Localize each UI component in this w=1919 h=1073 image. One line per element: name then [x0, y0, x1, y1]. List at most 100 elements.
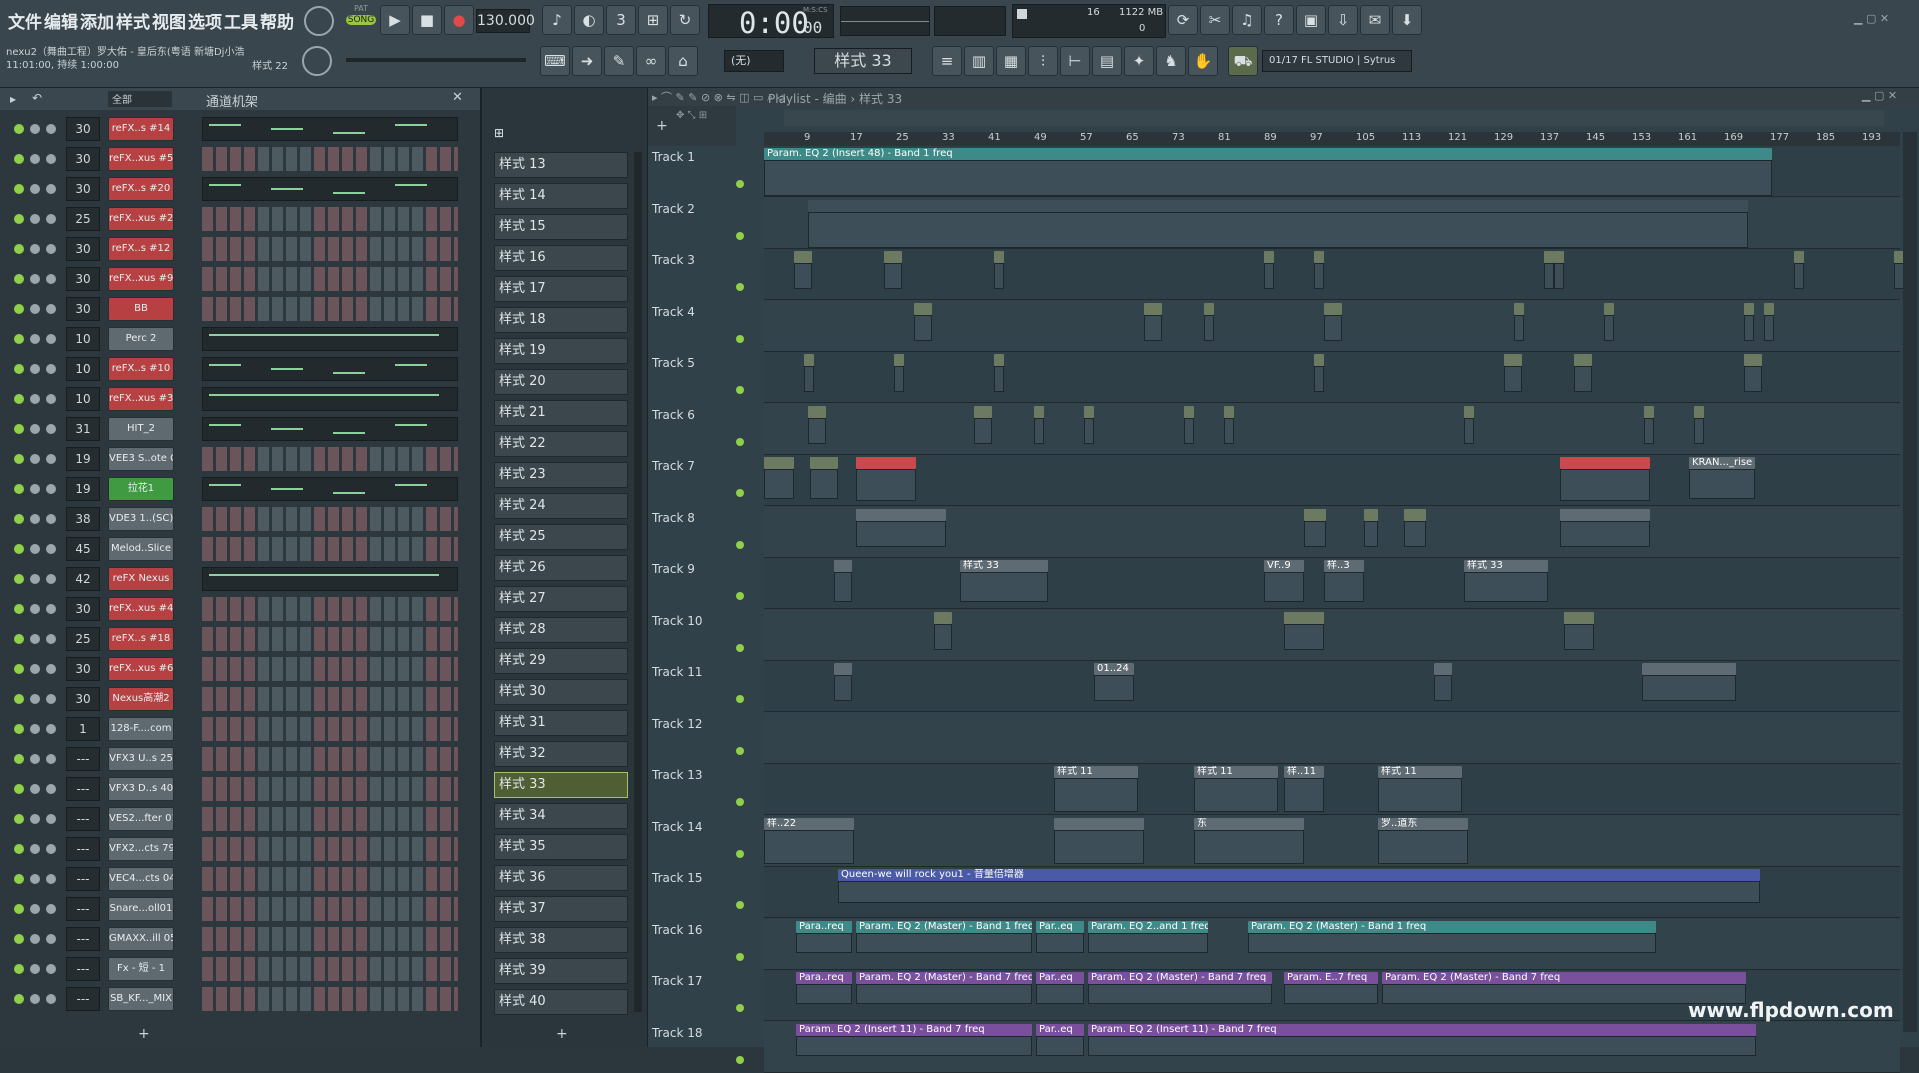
playlist-clip[interactable]: Par..eq [1036, 921, 1084, 933]
arrow-tool-button[interactable]: ➜ [572, 46, 602, 76]
playlist-clip[interactable] [1404, 509, 1426, 521]
clip-body[interactable] [1644, 418, 1654, 444]
channel-row[interactable]: 30 reFX..s #12 [0, 234, 480, 264]
clip-body[interactable] [1144, 315, 1162, 341]
channel-row[interactable]: 30 Nexus高潮2 [0, 684, 480, 714]
channel-row[interactable]: --- GMAXX..ill 05 [0, 924, 480, 954]
save-button[interactable]: ▣ [1296, 5, 1326, 35]
pattern-item[interactable]: 样式 31 [494, 710, 628, 736]
channel-name-button[interactable]: Snare...oll01 [108, 897, 174, 921]
track-lane[interactable] [764, 764, 1900, 815]
channel-mute-led[interactable] [14, 424, 24, 434]
playlist-clip[interactable] [1744, 303, 1754, 315]
channel-row[interactable]: --- VEC4...cts 04 [0, 864, 480, 894]
channel-pan-knob[interactable] [30, 544, 40, 554]
track-lane[interactable] [764, 816, 1900, 867]
playlist-clip[interactable] [1644, 406, 1654, 418]
playlist-clip[interactable] [1560, 457, 1650, 469]
clip-body[interactable] [1284, 624, 1324, 650]
pattern-item[interactable]: 样式 17 [494, 276, 628, 302]
clip-body[interactable] [1464, 418, 1474, 444]
playlist-clip[interactable] [1224, 406, 1234, 418]
channel-name-button[interactable]: 128-F....com [108, 717, 174, 741]
track-mute-led[interactable] [736, 489, 744, 497]
channel-pan-knob[interactable] [30, 964, 40, 974]
channel-mixer-track[interactable]: 30 [66, 267, 100, 291]
channel-mute-led[interactable] [14, 904, 24, 914]
clip-body[interactable] [1794, 263, 1804, 289]
playlist-clip[interactable] [914, 303, 932, 315]
channel-step-sequencer[interactable] [202, 867, 458, 891]
clip-body[interactable] [1694, 418, 1704, 444]
channel-mixer-track[interactable]: 10 [66, 357, 100, 381]
channel-piano-roll-preview[interactable] [202, 387, 458, 411]
channel-name-button[interactable]: VES2...fter 01 [108, 807, 174, 831]
playlist-clip[interactable] [1284, 612, 1324, 624]
channel-mixer-track[interactable]: 42 [66, 567, 100, 591]
track-lane[interactable] [764, 404, 1900, 455]
channel-rack-button[interactable]: ▥ [964, 46, 994, 76]
channel-mixer-track[interactable]: --- [66, 957, 100, 981]
clip-body[interactable] [884, 263, 902, 289]
channel-name-button[interactable]: Perc 2 [108, 327, 174, 351]
channel-pan-knob[interactable] [30, 754, 40, 764]
playlist-vscrollbar[interactable] [1903, 132, 1917, 1032]
channel-name-button[interactable]: SB_KF..._MIX [108, 987, 174, 1011]
playlist-clip[interactable] [834, 560, 852, 572]
playlist-clip[interactable]: 样式 33 [1464, 560, 1548, 572]
playlist-clip[interactable] [808, 406, 826, 418]
playlist-clip[interactable]: Param. EQ 2 (Insert 11) - Band 7 freq [1088, 1024, 1756, 1036]
track-label[interactable]: Track 13 [652, 768, 740, 782]
channel-row[interactable]: --- Fx - 短 - 1 [0, 954, 480, 984]
clip-body[interactable] [810, 469, 838, 499]
channel-mute-led[interactable] [14, 484, 24, 494]
track-mute-led[interactable] [736, 592, 744, 600]
master-volume-knob[interactable] [304, 6, 334, 36]
channel-mixer-track[interactable]: 30 [66, 687, 100, 711]
clip-body[interactable] [796, 933, 852, 953]
clip-body[interactable] [1378, 830, 1468, 864]
track-mute-led[interactable] [736, 180, 744, 188]
channel-row[interactable]: 30 BB [0, 294, 480, 324]
channel-pan-knob[interactable] [30, 364, 40, 374]
clip-body[interactable] [1314, 366, 1324, 392]
channel-volume-knob[interactable] [46, 634, 56, 644]
channel-mute-led[interactable] [14, 994, 24, 1004]
playlist-clip[interactable] [934, 612, 952, 624]
channel-mute-led[interactable] [14, 784, 24, 794]
clip-body[interactable] [764, 830, 854, 864]
project-button[interactable]: ▤ [1092, 46, 1122, 76]
clip-body[interactable] [1284, 778, 1324, 812]
channel-name-button[interactable]: reFX..s #18 [108, 627, 174, 651]
playlist-clip[interactable] [804, 354, 814, 366]
playlist-clip[interactable] [1034, 406, 1044, 418]
clip-body[interactable] [1560, 521, 1650, 547]
menu-pattern[interactable]: 样式 [116, 8, 150, 33]
timeline-ruler[interactable]: 9 17 25 33 41 49 57 65 73 81 89 97 105 113 121 129 137 14… [764, 132, 1900, 146]
channel-mute-led[interactable] [14, 334, 24, 344]
playlist-clip[interactable] [1642, 663, 1736, 675]
channel-step-sequencer[interactable] [202, 297, 458, 321]
playlist-clip[interactable] [1544, 251, 1554, 263]
channel-row[interactable]: 19 VEE3 S..ote C [0, 444, 480, 474]
channel-volume-knob[interactable] [46, 364, 56, 374]
channel-mixer-track[interactable]: 30 [66, 117, 100, 141]
clip-body[interactable] [994, 366, 1004, 392]
track-lane[interactable] [764, 713, 1900, 764]
channel-pan-knob[interactable] [30, 484, 40, 494]
channel-pan-knob[interactable] [30, 574, 40, 584]
channel-mute-led[interactable] [14, 724, 24, 734]
channel-step-sequencer[interactable] [202, 717, 458, 741]
step-edit-button[interactable]: ⊞ [638, 5, 668, 35]
clip-body[interactable] [1036, 1036, 1084, 1056]
track-label[interactable]: Track 14 [652, 820, 740, 834]
playlist-clip[interactable] [1464, 406, 1474, 418]
clip-body[interactable] [856, 521, 946, 547]
playlist-clip[interactable]: Param. EQ 2 (Master) - Band 7 freq [856, 972, 1032, 984]
playlist-clip[interactable] [1504, 354, 1522, 366]
clip-body[interactable] [1264, 572, 1304, 602]
pattern-item[interactable]: 样式 28 [494, 617, 628, 643]
clip-body[interactable] [1554, 263, 1564, 289]
add-track-icon[interactable]: + [656, 118, 668, 134]
clip-body[interactable] [764, 469, 794, 499]
